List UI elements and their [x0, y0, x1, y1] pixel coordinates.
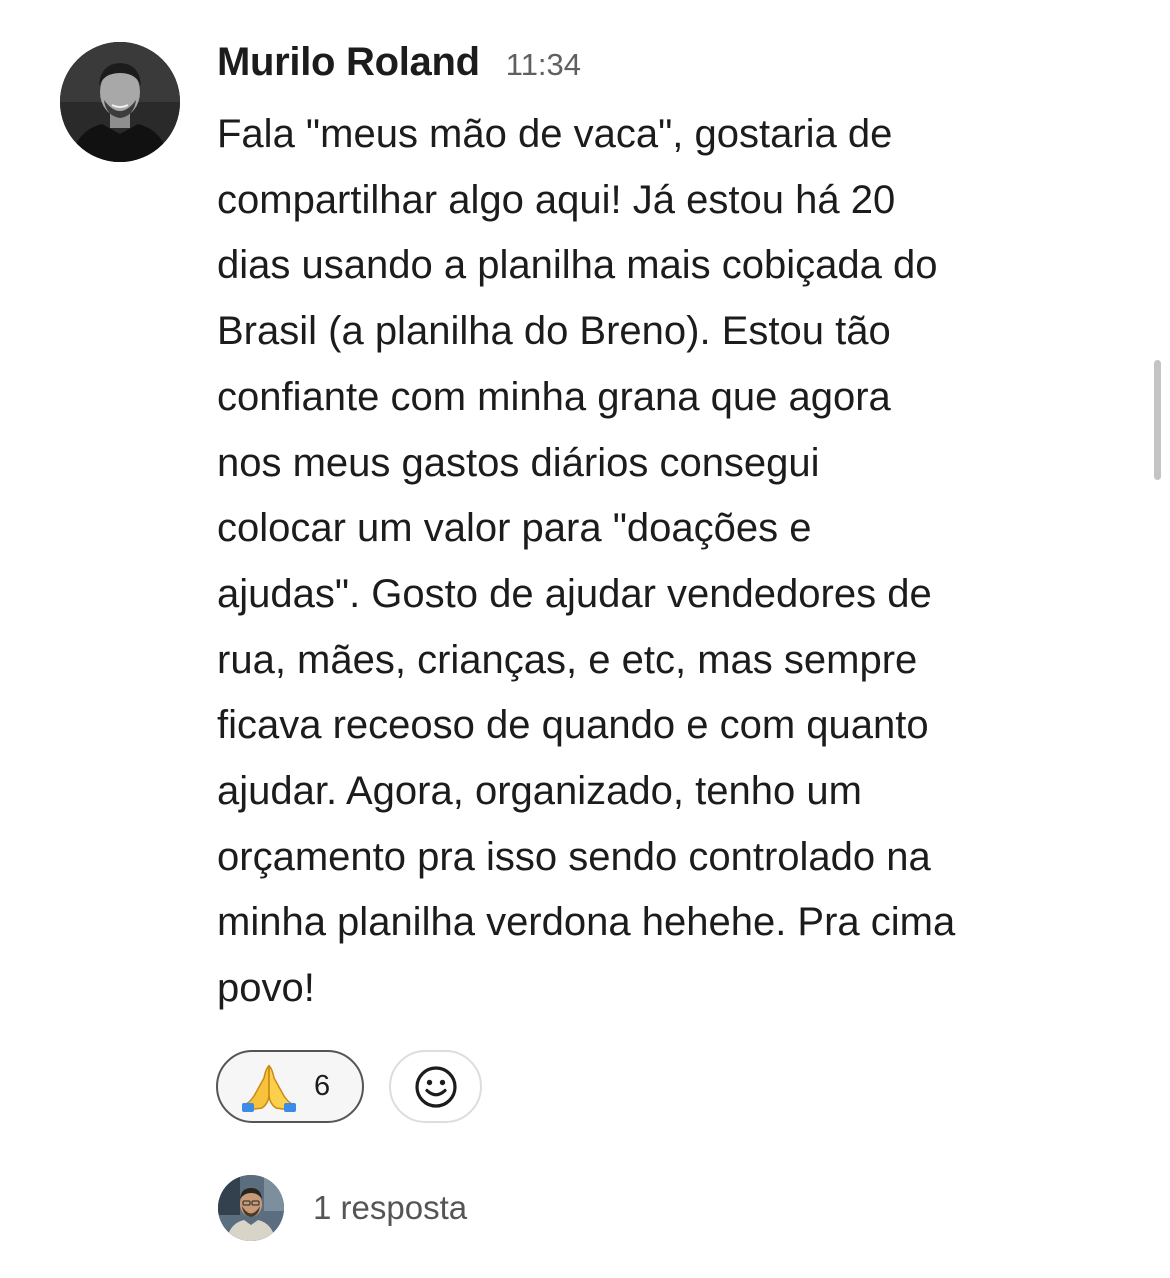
message-header: Murilo Roland 11:34 — [217, 40, 581, 100]
message-line: ajudas". Gosto de ajudar vendedores de — [217, 571, 932, 616]
folded-hands-icon — [242, 1064, 296, 1112]
message-line: minha planilha verdona hehehe. Pra cima — [217, 900, 956, 945]
message-line: orçamento pra isso sendo controlado na — [217, 834, 931, 879]
message-line: dias usando a planilha mais cobiçada do — [217, 243, 938, 288]
scrollbar-thumb[interactable] — [1154, 360, 1161, 480]
smiley-add-reaction-icon — [414, 1065, 457, 1108]
reactions-bar: 6 — [216, 1050, 482, 1123]
message-line: povo! — [217, 966, 315, 1011]
replier-avatar — [218, 1175, 284, 1241]
message-line: rua, mães, crianças, e etc, mas sempre — [217, 637, 918, 682]
message-line: colocar um valor para "doações e — [217, 506, 812, 551]
message-line: ajudar. Agora, organizado, tenho um — [217, 769, 862, 814]
message-body: Fala "meus mão de vaca", gostaria de com… — [217, 102, 1097, 1022]
message-timestamp[interactable]: 11:34 — [506, 47, 581, 83]
reply-count-label[interactable]: 1 resposta — [313, 1189, 467, 1227]
message-line: confiante com minha grana que agora — [217, 374, 891, 419]
reaction-count: 6 — [314, 1070, 331, 1102]
message-line: ficava receoso de quando e com quanto — [217, 703, 929, 748]
author-avatar-image — [60, 42, 180, 162]
author-avatar[interactable] — [60, 42, 180, 162]
message-line: nos meus gastos diários consegui — [217, 440, 820, 485]
thread-replies-link[interactable]: 1 resposta — [218, 1175, 467, 1241]
message-line: Brasil (a planilha do Breno). Estou tão — [217, 309, 891, 354]
replier-avatar-image — [218, 1175, 284, 1241]
add-reaction-button[interactable] — [389, 1050, 482, 1123]
message-line: Fala "meus mão de vaca", gostaria de — [217, 112, 893, 156]
message-line: compartilhar algo aqui! Já estou há 20 — [217, 177, 896, 222]
author-name[interactable]: Murilo Roland — [217, 40, 480, 85]
reaction-folded-hands[interactable]: 6 — [216, 1050, 364, 1123]
